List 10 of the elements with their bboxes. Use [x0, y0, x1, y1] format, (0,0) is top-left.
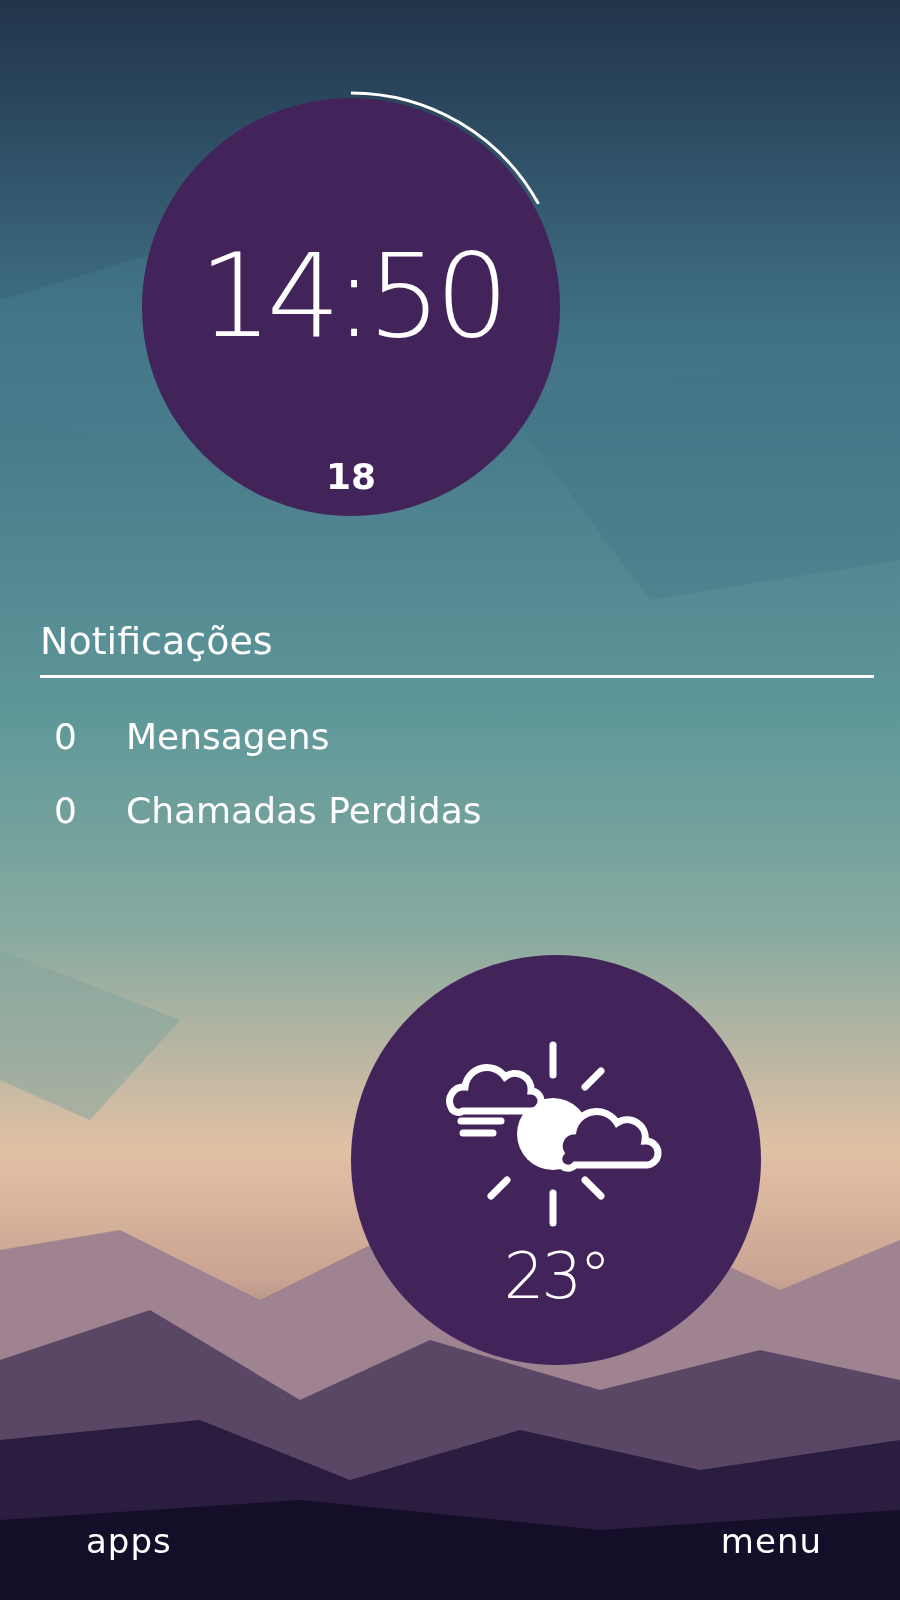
- notification-label: Chamadas Perdidas: [126, 789, 482, 831]
- notification-count: 0: [53, 789, 78, 831]
- section-title: Notificações: [40, 618, 874, 678]
- apps-button[interactable]: apps: [86, 1521, 172, 1561]
- notification-label: Mensagens: [126, 715, 330, 757]
- clock-date: 18: [325, 457, 377, 497]
- menu-button[interactable]: menu: [720, 1521, 822, 1561]
- clock-time: 14:50: [198, 236, 504, 356]
- notification-count: 0: [53, 715, 78, 757]
- temperature: 23°: [503, 1241, 609, 1311]
